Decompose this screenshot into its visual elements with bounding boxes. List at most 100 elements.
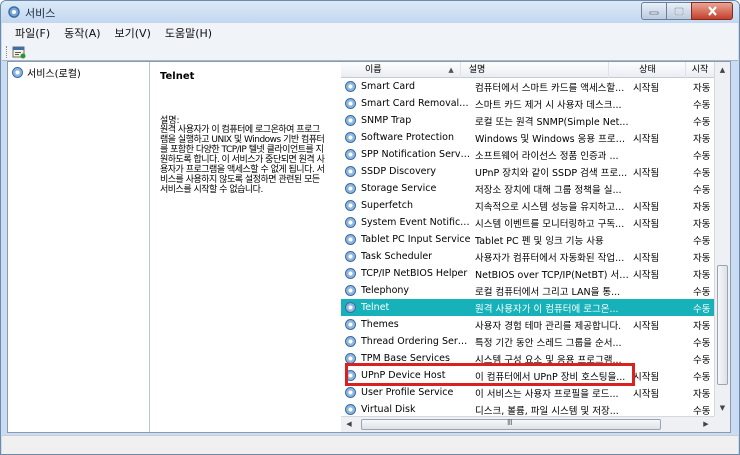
service-startup-cell: 자동 <box>693 269 711 281</box>
service-name-cell: Storage Service <box>361 183 437 194</box>
services-list: 이름 ▲ 설명 상태 시작 Smart Card 컴퓨터에서 스마트 카드를 액세스… <box>341 62 730 432</box>
service-row[interactable]: Tablet PC Input Service Tablet PC 펜 및 잉크 … <box>341 231 714 248</box>
service-name-cell: Smart Card Removal P... <box>361 98 471 109</box>
service-status-cell: 시작됨 <box>633 133 660 145</box>
service-description-cell: 로컬 컴퓨터에서 그리고 LAN을 통... <box>475 286 621 298</box>
service-row[interactable]: Telephony 로컬 컴퓨터에서 그리고 LAN을 통... 수동 <box>341 282 714 299</box>
menu-bar: 파일(F) 동작(A) 보기(V) 도움말(H) <box>2 23 738 43</box>
service-name-cell: Themes <box>361 319 399 330</box>
service-gear-icon <box>344 199 357 212</box>
service-name-cell: SNMP Trap <box>361 115 412 126</box>
description-pane: Telnet 설명: 원격 사용자가 이 컴퓨터에 로그온하여 프로그램을 실행… <box>154 62 342 432</box>
column-header: 이름 ▲ 설명 상태 시작 <box>341 62 714 78</box>
service-description-cell: 저장소 장치에 대해 그룹 정책을 실... <box>475 184 622 196</box>
column-header-description[interactable]: 설명 <box>461 62 610 78</box>
service-startup-cell: 수동 <box>693 371 711 383</box>
service-name-cell: TCP/IP NetBIOS Helper <box>361 268 468 279</box>
service-startup-cell: 자동 <box>693 218 711 230</box>
scroll-right-arrow-icon[interactable]: ▶ <box>698 417 714 432</box>
service-name-cell: User Profile Service <box>361 387 454 398</box>
menu-action[interactable]: 동작(A) <box>57 25 107 41</box>
toolbar <box>2 43 738 61</box>
service-status-cell: 시작됨 <box>633 320 660 332</box>
maximize-button[interactable] <box>666 2 692 20</box>
service-description-cell: UPnP 장치와 같이 SSDP 검색 프로... <box>475 167 628 179</box>
service-row[interactable]: SNMP Trap 로컬 또는 원격 SNMP(Simple Net... 수동 <box>341 112 714 129</box>
vertical-scrollbar[interactable]: ▲ ▼ <box>714 62 730 416</box>
close-button[interactable] <box>691 2 733 20</box>
service-startup-cell: 자동 <box>693 82 711 94</box>
service-name-cell: Superfetch <box>361 200 413 211</box>
service-row[interactable]: SPP Notification Service 소프트웨어 라이선스 정품 인증… <box>341 146 714 163</box>
service-row[interactable]: User Profile Service 이 서비스는 사용자 프로필을 로드..… <box>341 384 714 401</box>
service-startup-cell: 자동 <box>693 133 711 145</box>
service-gear-icon <box>344 148 357 161</box>
service-startup-cell: 자동 <box>693 201 711 213</box>
service-description-cell: 로컬 또는 원격 SNMP(Simple Net... <box>475 116 629 128</box>
service-name-cell: Tablet PC Input Service <box>361 234 471 245</box>
service-row[interactable]: Smart Card Removal P... 스마트 카드 제거 시 사용자 데… <box>341 95 714 112</box>
service-row[interactable]: Themes 사용자 경험 테마 관리를 제공합니다. 시작됨 자동 <box>341 316 714 333</box>
maximize-icon <box>674 6 684 16</box>
service-name-cell: Thread Ordering Server <box>361 336 471 347</box>
horizontal-scrollbar[interactable]: ◀ Ⅲ ▶ <box>341 416 714 432</box>
column-header-name[interactable]: 이름 ▲ <box>341 62 461 78</box>
service-status-cell: 시작됨 <box>633 82 660 94</box>
service-row[interactable]: System Event Notificati... 시스템 이벤트를 모니터링하… <box>341 214 714 231</box>
scroll-down-arrow-icon[interactable]: ▼ <box>715 400 730 416</box>
service-status-cell: 시작됨 <box>633 388 660 400</box>
console-tree: 서비스(로컬) <box>8 62 150 432</box>
service-row[interactable]: TCP/IP NetBIOS Helper NetBIOS over TCP/IP… <box>341 265 714 282</box>
service-row[interactable]: Smart Card 컴퓨터에서 스마트 카드를 액세스할... 시작됨 자동 <box>341 78 714 95</box>
service-description-cell: 원격 사용자가 이 컴퓨터에 로그온... <box>475 303 619 315</box>
service-description-cell: 스마트 카드 제거 시 사용자 데스크... <box>475 99 622 111</box>
service-row[interactable]: SSDP Discovery UPnP 장치와 같이 SSDP 검색 프로... 시… <box>341 163 714 180</box>
service-gear-icon <box>344 267 357 280</box>
service-description-cell: 소프트웨어 라이선스 정품 인증과 ... <box>475 150 619 162</box>
service-description-cell: Windows 및 Windows 응용 프로그... <box>475 133 631 145</box>
service-gear-icon <box>344 301 357 314</box>
scroll-up-arrow-icon[interactable]: ▲ <box>715 62 730 78</box>
service-row[interactable]: Storage Service 저장소 장치에 대해 그룹 정책을 실... 수동 <box>341 180 714 197</box>
service-startup-cell: 수동 <box>693 235 711 247</box>
service-startup-cell: 수동 <box>693 99 711 111</box>
service-description-cell: 이 서비스는 사용자 프로필을 로드... <box>475 388 619 400</box>
service-name-cell: SSDP Discovery <box>361 166 437 177</box>
title-bar[interactable]: 서비스 <box>1 1 739 23</box>
highlight-annotation <box>345 363 635 386</box>
service-status-cell: 시작됨 <box>633 371 660 383</box>
service-gear-icon <box>344 318 357 331</box>
minimize-button[interactable] <box>641 2 667 20</box>
service-row[interactable]: Software Protection Windows 및 Windows 응용 … <box>341 129 714 146</box>
column-name-label: 이름 <box>365 65 382 75</box>
service-row[interactable]: Task Scheduler 사용자가 컴퓨터에서 자동화된 작업... 시작됨 자동 <box>341 248 714 265</box>
window-controls <box>641 2 733 20</box>
service-startup-cell: 수동 <box>693 150 711 162</box>
horizontal-scroll-thumb[interactable]: Ⅲ <box>361 418 661 430</box>
service-row[interactable]: Thread Ordering Server 특정 기간 동안 스레드 그룹을 순… <box>341 333 714 350</box>
menu-view[interactable]: 보기(V) <box>108 25 158 41</box>
service-gear-icon <box>344 80 357 93</box>
toolbar-properties-icon[interactable] <box>12 45 26 59</box>
service-row[interactable]: Telnet 원격 사용자가 이 컴퓨터에 로그온... 수동 <box>341 299 714 316</box>
service-name-cell: Telnet <box>361 302 390 313</box>
service-gear-icon <box>344 284 357 297</box>
service-gear-icon <box>344 403 357 416</box>
service-status-cell: 시작됨 <box>633 201 660 213</box>
service-description-cell: 시스템 이벤트를 모니터링하고 구독... <box>475 218 625 230</box>
service-gear-icon <box>344 250 357 263</box>
service-name-cell: Virtual Disk <box>361 404 416 415</box>
service-description-cell: 컴퓨터에서 스마트 카드를 액세스할... <box>475 82 625 94</box>
vertical-scroll-thumb[interactable] <box>717 265 728 385</box>
service-description-cell: 사용자가 컴퓨터에서 자동화된 작업... <box>475 252 625 264</box>
tree-item-services-local[interactable]: 서비스(로컬) <box>11 65 81 80</box>
service-description-cell: 특정 기간 동안 스레드 그룹을 순서... <box>475 337 622 349</box>
menu-file[interactable]: 파일(F) <box>8 25 57 41</box>
menu-help[interactable]: 도움말(H) <box>158 25 219 41</box>
column-header-status[interactable]: 상태 <box>609 62 686 78</box>
scroll-left-arrow-icon[interactable]: ◀ <box>341 417 357 432</box>
service-row[interactable]: Superfetch 지속적으로 시스템 성능을 유지하고... 시작됨 자동 <box>341 197 714 214</box>
service-startup-cell: 수동 <box>693 116 711 128</box>
column-header-startup[interactable]: 시작 <box>686 62 714 78</box>
service-status-cell: 시작됨 <box>633 269 660 281</box>
